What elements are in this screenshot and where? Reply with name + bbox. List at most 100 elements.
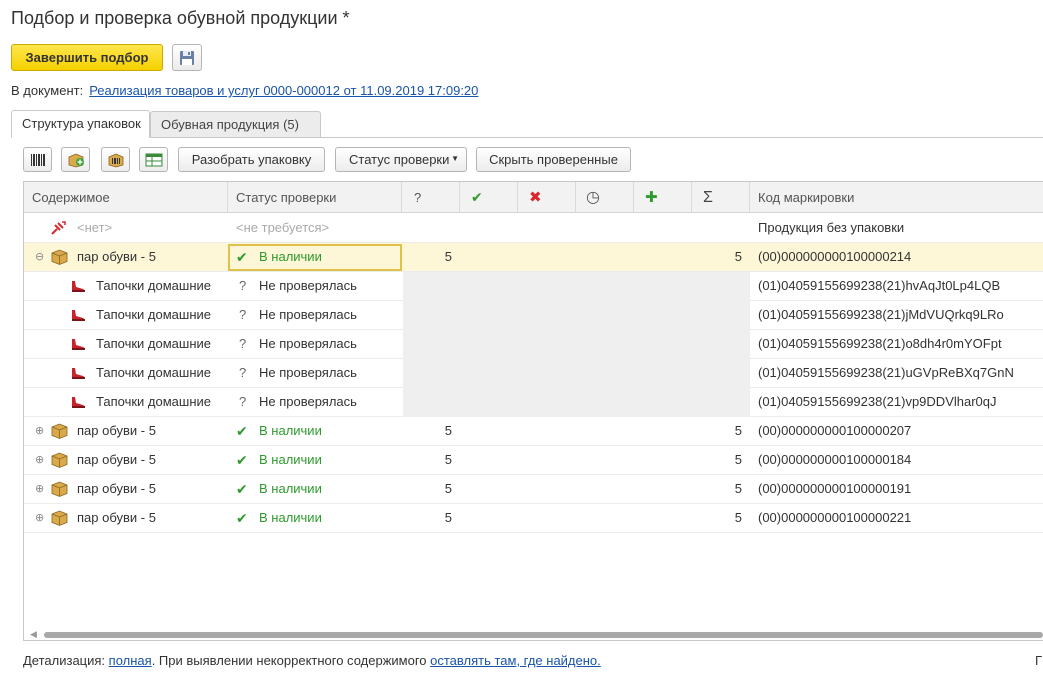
footer-right-text: Г bbox=[1034, 653, 1042, 668]
marking-code-cell: Продукция без упаковки bbox=[758, 220, 905, 235]
status-cell: Не проверялась bbox=[259, 307, 357, 322]
expand-icon[interactable]: ⊕ bbox=[35, 417, 44, 446]
question-icon: ? bbox=[239, 307, 247, 322]
status-cell: В наличии bbox=[259, 452, 322, 467]
document-link[interactable]: Реализация товаров и услуг 0000-000012 о… bbox=[89, 83, 478, 98]
marking-code-cell: (01)04059155699238(21)vp9DDVlhar0qJ bbox=[758, 394, 997, 409]
tab-footwear-products[interactable]: Обувная продукция (5) bbox=[150, 111, 321, 138]
content-cell: Тапочки домашние bbox=[96, 336, 211, 351]
content-cell: пар обуви - 5 bbox=[77, 423, 156, 438]
table-row[interactable]: ⊕ пар обуви - 5 ✔ В наличии 5 5 (00)0000… bbox=[24, 446, 1043, 475]
shoe-icon bbox=[72, 310, 85, 321]
quantity-cell: 5 bbox=[444, 452, 452, 467]
save-button[interactable] bbox=[172, 44, 202, 71]
check-icon: ✔ bbox=[236, 510, 248, 526]
table-row[interactable]: ⊕ пар обуви - 5 ✔ В наличии 5 5 (00)0000… bbox=[24, 417, 1043, 446]
package-barcode-icon bbox=[108, 153, 123, 167]
marking-code-cell: (01)04059155699238(21)hvAqJt0Lp4LQB bbox=[758, 278, 1001, 293]
marking-code-cell: (01)04059155699238(21)jMdVUQrkq9LRo bbox=[758, 307, 1004, 322]
check-status-label: Статус проверки bbox=[349, 152, 450, 167]
content-cell: пар обуви - 5 bbox=[77, 481, 156, 496]
empty-counters bbox=[403, 301, 750, 330]
expand-icon[interactable]: ⊕ bbox=[35, 504, 44, 533]
table-row[interactable]: Тапочки домашние ? Не проверялась (01)04… bbox=[24, 272, 1043, 301]
unpack-arrows-icon bbox=[51, 221, 66, 235]
total-cell: 5 bbox=[734, 249, 742, 264]
detail-level-link[interactable]: полная bbox=[109, 653, 152, 668]
table-view-button[interactable] bbox=[139, 147, 168, 172]
scroll-left-icon[interactable]: ◀ bbox=[30, 629, 37, 640]
column-status[interactable]: Статус проверки bbox=[228, 182, 402, 213]
marking-code-cell: (01)04059155699238(21)o8dh4r0mYOFpt bbox=[758, 336, 1002, 351]
content-cell: Тапочки домашние bbox=[96, 307, 211, 322]
package-table: Содержимое Статус проверки ? ✔ ✖ ◷ ✚ Σ К… bbox=[23, 181, 1043, 641]
unpack-button[interactable]: Разобрать упаковку bbox=[178, 147, 325, 172]
dropdown-arrow-icon: ▼ bbox=[451, 154, 459, 163]
column-marking-code[interactable]: Код маркировки bbox=[750, 182, 1043, 213]
total-cell: 5 bbox=[734, 510, 742, 525]
empty-counters bbox=[403, 359, 750, 388]
incorrect-content-action-link[interactable]: оставлять там, где найдено. bbox=[430, 653, 601, 668]
content-cell: пар обуви - 5 bbox=[77, 452, 156, 467]
empty-counters bbox=[403, 330, 750, 359]
footer-middle-text: . При выявлении некорректного содержимог… bbox=[151, 653, 427, 668]
column-content[interactable]: Содержимое bbox=[24, 182, 228, 213]
content-cell: Тапочки домашние bbox=[96, 278, 211, 293]
column-ok[interactable]: ✔ bbox=[460, 182, 518, 213]
table-row[interactable]: Тапочки домашние ? Не проверялась (01)04… bbox=[24, 330, 1043, 359]
tab-package-structure[interactable]: Структура упаковок bbox=[11, 110, 150, 138]
column-pending[interactable]: ◷ bbox=[576, 182, 634, 213]
marking-code-cell: (00)000000000100000191 bbox=[758, 481, 912, 496]
status-cell: В наличии bbox=[259, 510, 322, 525]
detail-prefix: Детализация: bbox=[23, 653, 106, 668]
box-icon bbox=[51, 249, 68, 265]
finish-selection-button[interactable]: Завершить подбор bbox=[11, 44, 163, 71]
question-icon: ? bbox=[239, 365, 247, 380]
expand-icon[interactable]: ⊕ bbox=[35, 475, 44, 504]
marking-code-cell: (00)000000000100000207 bbox=[758, 423, 912, 438]
package-barcode-button[interactable] bbox=[101, 147, 130, 172]
document-line: В документ: Реализация товаров и услуг 00… bbox=[11, 83, 478, 98]
table-row[interactable]: ⊕ пар обуви - 5 ✔ В наличии 5 5 (00)0000… bbox=[24, 504, 1043, 533]
content-cell: <нет> bbox=[77, 220, 113, 235]
expand-icon[interactable]: ⊕ bbox=[35, 446, 44, 475]
content-cell: Тапочки домашние bbox=[96, 365, 211, 380]
table-row[interactable]: ⊖ пар обуви - 5 ✔ В наличии 5 5 (00)0000… bbox=[24, 243, 1043, 272]
quantity-cell: 5 bbox=[444, 249, 452, 264]
box-icon bbox=[51, 423, 68, 439]
box-icon bbox=[51, 481, 68, 497]
column-plus[interactable]: ✚ bbox=[634, 182, 692, 213]
column-sigma[interactable]: Σ bbox=[692, 182, 750, 213]
quantity-cell: 5 bbox=[444, 423, 452, 438]
box-icon bbox=[51, 510, 68, 526]
add-package-button[interactable] bbox=[61, 147, 90, 172]
table-row[interactable]: Тапочки домашние ? Не проверялась (01)04… bbox=[24, 359, 1043, 388]
empty-counters bbox=[403, 388, 750, 417]
shoe-icon bbox=[72, 339, 85, 350]
table-header: Содержимое Статус проверки ? ✔ ✖ ◷ ✚ Σ К… bbox=[24, 182, 1043, 213]
question-icon: ? bbox=[239, 278, 247, 293]
marking-code-cell: (00)000000000100000184 bbox=[758, 452, 912, 467]
floppy-disk-icon bbox=[180, 50, 194, 65]
hide-checked-button[interactable]: Скрыть проверенные bbox=[476, 147, 631, 172]
check-status-menu-button[interactable]: Статус проверки ▼ bbox=[335, 147, 467, 172]
content-cell: пар обуви - 5 bbox=[77, 249, 156, 264]
collapse-icon[interactable]: ⊖ bbox=[35, 243, 44, 272]
shoe-icon bbox=[72, 281, 85, 292]
horizontal-scrollbar[interactable] bbox=[44, 632, 1043, 638]
table-row[interactable]: Тапочки домашние ? Не проверялась (01)04… bbox=[24, 388, 1043, 417]
scan-barcode-button[interactable] bbox=[23, 147, 52, 172]
column-unknown[interactable]: ? bbox=[402, 182, 460, 213]
question-icon: ? bbox=[239, 336, 247, 351]
table-row[interactable]: ⊕ пар обуви - 5 ✔ В наличии 5 5 (00)0000… bbox=[24, 475, 1043, 504]
add-box-icon bbox=[68, 153, 84, 167]
table-row[interactable]: <нет> <не требуется> Продукция без упако… bbox=[24, 214, 1043, 243]
total-cell: 5 bbox=[734, 452, 742, 467]
status-cell: В наличии bbox=[259, 423, 322, 438]
check-icon: ✔ bbox=[236, 481, 248, 497]
marking-code-cell: (00)000000000100000221 bbox=[758, 510, 912, 525]
table-row[interactable]: Тапочки домашние ? Не проверялась (01)04… bbox=[24, 301, 1043, 330]
status-cell: <не требуется> bbox=[236, 220, 330, 235]
column-error[interactable]: ✖ bbox=[518, 182, 576, 213]
quantity-cell: 5 bbox=[444, 481, 452, 496]
